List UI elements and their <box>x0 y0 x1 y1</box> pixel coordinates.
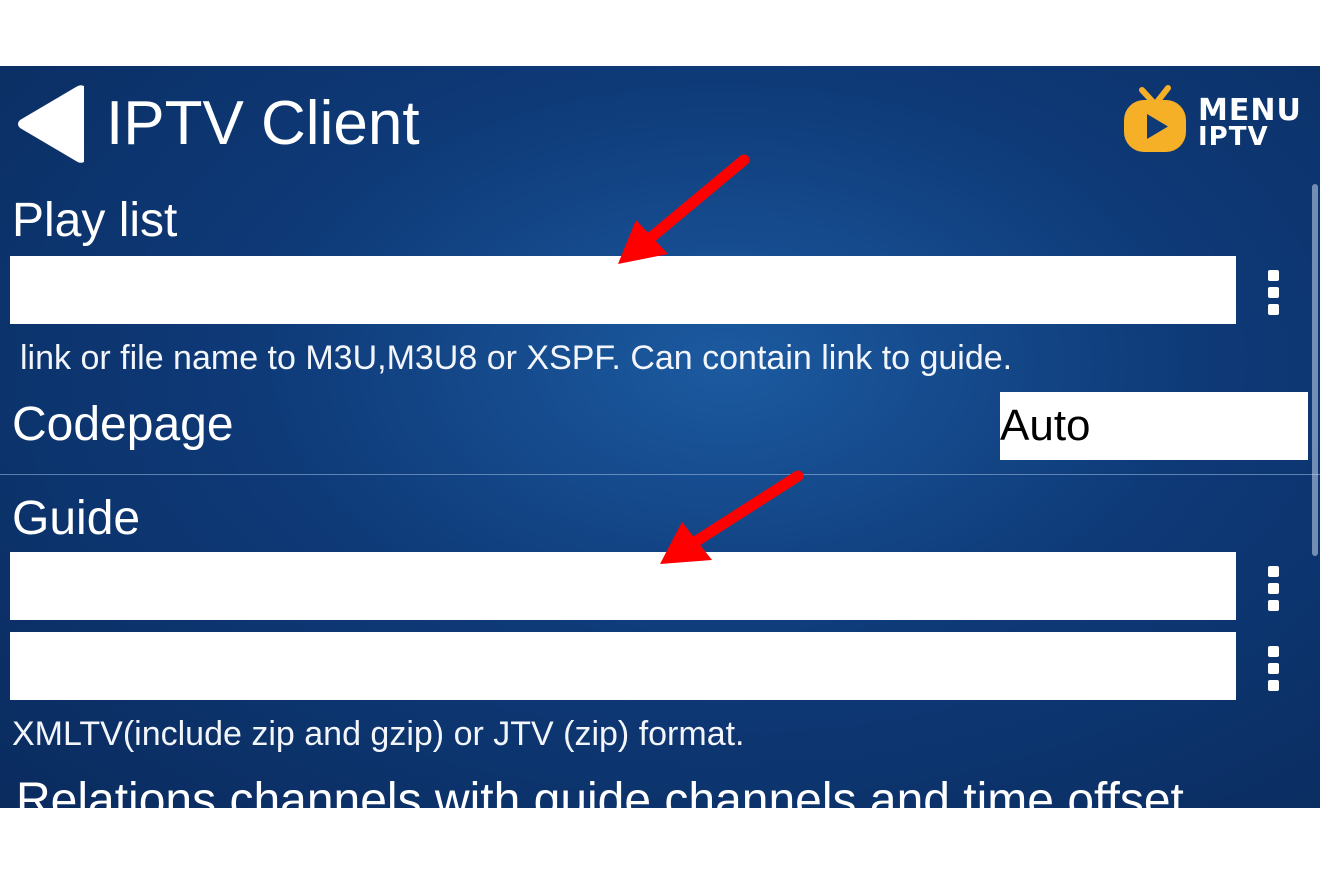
guide-more-icon-1[interactable] <box>1258 566 1288 622</box>
guide-hint: XMLTV(include zip and gzip) or JTV (zip)… <box>12 715 745 753</box>
section-divider <box>0 474 1320 475</box>
playlist-label: Play list <box>12 194 178 247</box>
guide-input-2[interactable] <box>10 632 1236 700</box>
playlist-input[interactable] <box>10 256 1236 324</box>
back-arrow-icon[interactable] <box>14 84 90 164</box>
red-arrow-icon <box>618 154 750 264</box>
guide-label: Guide <box>12 492 141 545</box>
relations-label[interactable]: Relations channels with guide channels a… <box>16 774 1184 808</box>
guide-input-1[interactable] <box>10 552 1236 620</box>
menu-iptv-logo: MENU IPTV <box>1122 84 1302 154</box>
page-title: IPTV Client <box>106 89 420 158</box>
scrollbar[interactable] <box>1312 184 1318 556</box>
codepage-label: Codepage <box>12 398 234 451</box>
guide-more-icon-2[interactable] <box>1258 646 1288 702</box>
playlist-more-icon[interactable] <box>1258 270 1288 326</box>
playlist-hint: link or file name to M3U,M3U8 or XSPF. C… <box>20 339 1013 377</box>
logo-text-menu: MENU <box>1198 93 1302 128</box>
iptv-settings-screen: IPTV Client MENU IPTV Play list link or … <box>0 66 1320 808</box>
codepage-select[interactable]: Auto <box>1000 392 1308 460</box>
red-arrow-icon-2 <box>660 470 804 564</box>
tv-play-icon <box>1124 85 1186 152</box>
